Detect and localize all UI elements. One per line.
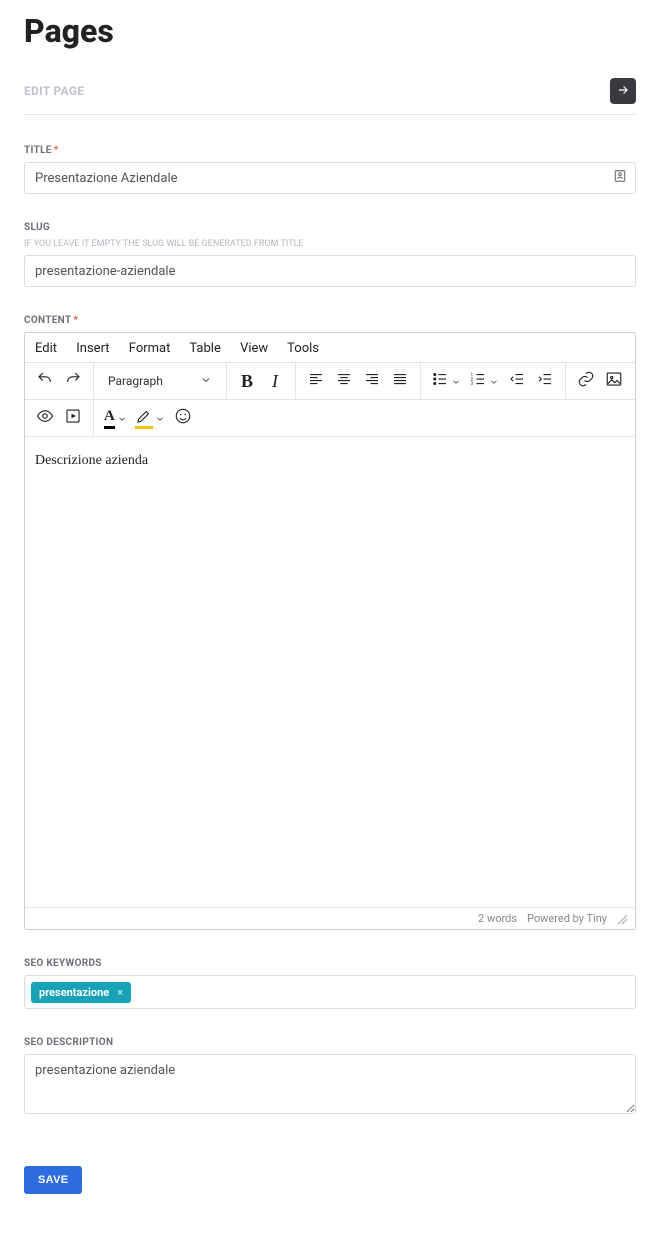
editor-content[interactable]: Descrizione azienda: [25, 437, 635, 907]
image-icon: [605, 370, 623, 392]
link-icon: [577, 370, 595, 392]
align-right-button[interactable]: [358, 367, 386, 395]
content-label: CONTENT*: [24, 315, 636, 326]
eye-icon: [36, 407, 54, 429]
field-slug: SLUG IF YOU LEAVE IT EMPTY THE SLUG WILL…: [24, 222, 636, 287]
redo-icon: [64, 370, 82, 392]
field-title: TITLE*: [24, 145, 636, 194]
editor-statusbar: 2 words Powered by Tiny: [25, 907, 635, 929]
bullet-list-button[interactable]: [427, 367, 465, 395]
section-header-label: EDIT PAGE: [24, 84, 84, 98]
menu-edit[interactable]: Edit: [35, 341, 57, 356]
collapse-button[interactable]: [610, 78, 636, 104]
text-color-icon: A: [104, 408, 115, 429]
word-count: 2 words: [478, 912, 517, 925]
seo-keywords-input[interactable]: presentazione ×: [24, 975, 636, 1009]
menu-view[interactable]: View: [240, 341, 268, 356]
svg-text:3: 3: [471, 381, 474, 387]
rich-editor: Edit Insert Format Table View Tools Para…: [24, 332, 636, 930]
seo-keywords-label: SEO KEYWORDS: [24, 958, 636, 969]
format-select[interactable]: Paragraph: [100, 367, 220, 395]
slug-input[interactable]: [35, 264, 601, 279]
menu-format[interactable]: Format: [129, 341, 171, 356]
menu-tools[interactable]: Tools: [287, 341, 319, 356]
chevron-down-icon: [117, 409, 127, 428]
italic-button[interactable]: I: [261, 367, 289, 395]
keyword-tag-label: presentazione: [39, 986, 109, 999]
save-button[interactable]: SAVE: [24, 1166, 82, 1194]
slug-hint: IF YOU LEAVE IT EMPTY THE SLUG WILL BE G…: [24, 239, 636, 249]
align-justify-icon: [391, 370, 409, 392]
outdent-icon: [508, 370, 526, 392]
powered-by: Powered by Tiny: [527, 912, 607, 925]
chevron-down-icon: [200, 374, 212, 389]
align-left-button[interactable]: [302, 367, 330, 395]
align-right-icon: [363, 370, 381, 392]
title-input-wrap: [24, 162, 636, 194]
seo-description-label: SEO DESCRIPTION: [24, 1037, 636, 1048]
highlight-color-button[interactable]: [131, 404, 169, 432]
title-label: TITLE*: [24, 145, 636, 156]
bullet-list-icon: [431, 370, 449, 392]
chevron-down-icon: [155, 409, 165, 428]
align-center-button[interactable]: [330, 367, 358, 395]
tag-remove-button[interactable]: ×: [117, 986, 123, 999]
outdent-button[interactable]: [503, 367, 531, 395]
slug-label: SLUG: [24, 222, 636, 233]
keyword-tag: presentazione ×: [31, 982, 131, 1003]
arrow-right-icon: [616, 82, 630, 101]
numbered-list-button[interactable]: 123: [465, 367, 503, 395]
link-button[interactable]: [572, 367, 600, 395]
field-content: CONTENT* Edit Insert Format Table View T…: [24, 315, 636, 930]
editor-toolbar-row-1: Paragraph B I: [25, 363, 635, 400]
section-header: EDIT PAGE: [24, 78, 636, 115]
bold-icon: B: [241, 371, 253, 392]
editor-menubar: Edit Insert Format Table View Tools: [25, 333, 635, 363]
text-color-button[interactable]: A: [100, 404, 131, 432]
field-seo-keywords: SEO KEYWORDS presentazione ×: [24, 958, 636, 1009]
page-heading: Pages: [24, 12, 636, 50]
menu-table[interactable]: Table: [189, 341, 220, 356]
field-seo-description: SEO DESCRIPTION: [24, 1037, 636, 1118]
slug-input-wrap: [24, 255, 636, 287]
media-button[interactable]: [59, 404, 87, 432]
menu-insert[interactable]: Insert: [76, 341, 109, 356]
seo-description-input[interactable]: [24, 1054, 636, 1114]
chevron-down-icon: [489, 372, 499, 391]
format-select-label: Paragraph: [108, 374, 163, 388]
undo-button[interactable]: [31, 367, 59, 395]
image-button[interactable]: [600, 367, 628, 395]
align-center-icon: [335, 370, 353, 392]
align-left-icon: [307, 370, 325, 392]
undo-icon: [36, 370, 54, 392]
indent-icon: [536, 370, 554, 392]
highlight-icon: [135, 407, 153, 429]
editor-toolbar-row-2: A: [25, 400, 635, 437]
italic-icon: I: [272, 371, 278, 392]
redo-button[interactable]: [59, 367, 87, 395]
align-justify-button[interactable]: [386, 367, 414, 395]
bold-button[interactable]: B: [233, 367, 261, 395]
numbered-list-icon: 123: [469, 370, 487, 392]
chevron-down-icon: [451, 372, 461, 391]
contact-card-icon: [613, 169, 627, 187]
preview-button[interactable]: [31, 404, 59, 432]
resize-handle[interactable]: [617, 914, 627, 924]
play-box-icon: [64, 407, 82, 429]
title-input[interactable]: [35, 171, 601, 186]
indent-button[interactable]: [531, 367, 559, 395]
emoji-button[interactable]: [169, 404, 197, 432]
smiley-icon: [174, 407, 192, 429]
